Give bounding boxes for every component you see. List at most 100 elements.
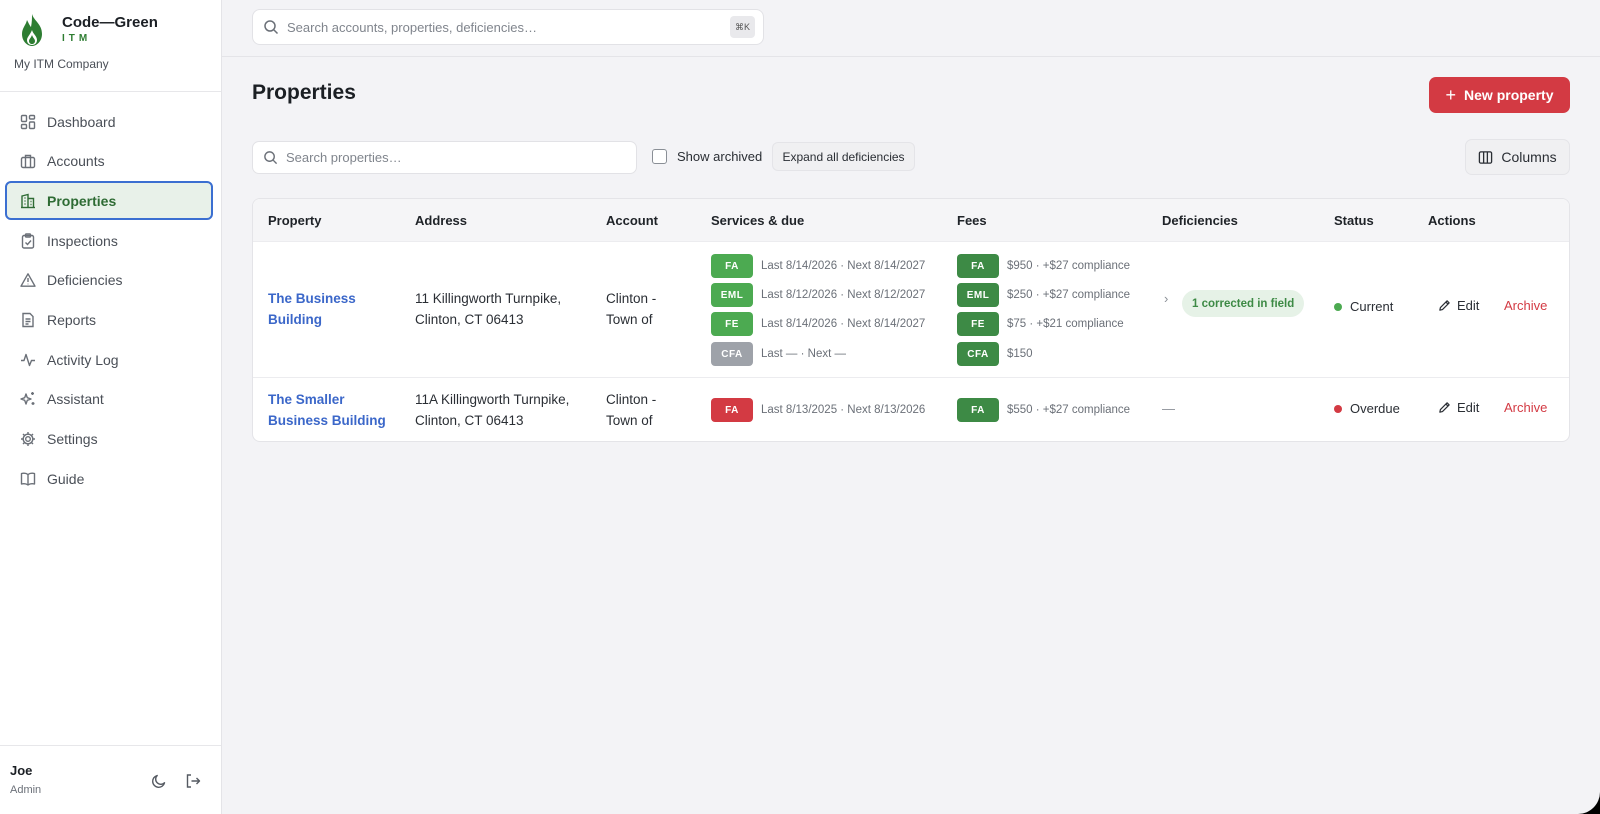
sidebar-item-label: Accounts	[47, 153, 105, 170]
fee-item: EML $250 · +$27 compliance	[957, 283, 1130, 307]
sidebar-item-label: Activity Log	[47, 351, 119, 368]
account-line: Clinton -	[606, 392, 657, 407]
sidebar-item-inspections[interactable]: Inspections	[5, 221, 213, 260]
deficiency-badge[interactable]: 1 corrected in field	[1182, 290, 1305, 317]
header-fees[interactable]: Fees	[957, 213, 987, 228]
sidebar-item-guide[interactable]: Guide	[5, 459, 213, 498]
archive-button[interactable]: Archive	[1504, 400, 1547, 415]
property-name: The Smaller	[268, 392, 345, 407]
property-search[interactable]	[252, 141, 637, 174]
sidebar-item-accounts[interactable]: Accounts	[5, 142, 213, 181]
status-dot	[1334, 302, 1342, 311]
sidebar-item-deficiencies[interactable]: Deficiencies	[5, 261, 213, 300]
chevron-right-icon[interactable]: ›	[1164, 291, 1168, 306]
fee-item: CFA $150	[957, 342, 1033, 366]
sidebar-item-assistant[interactable]: Assistant	[5, 380, 213, 419]
expand-all-deficiencies-button[interactable]: Expand all deficiencies	[772, 142, 915, 171]
user-name: Joe	[10, 763, 33, 778]
account-line: Town of	[606, 312, 653, 327]
building-icon	[19, 192, 37, 210]
clipboard-check-icon	[19, 232, 37, 250]
fee-item: FE $75 · +$21 compliance	[957, 312, 1124, 336]
property-link[interactable]: The Business Building	[268, 288, 408, 330]
user-role: Admin	[10, 784, 42, 796]
archive-button[interactable]: Archive	[1504, 298, 1547, 313]
service-due: Last — · Next —	[761, 348, 846, 360]
sidebar-item-label: Deficiencies	[47, 272, 123, 289]
show-archived-toggle[interactable]: Show archived	[652, 149, 762, 164]
header-account[interactable]: Account	[606, 213, 658, 228]
edit-label: Edit	[1457, 400, 1480, 415]
service-due: Last 8/13/2025 · Next 8/13/2026	[761, 404, 926, 416]
global-search-input[interactable]	[287, 19, 717, 35]
fee-badge: FE	[957, 312, 999, 336]
fee-badge: FA	[957, 254, 999, 278]
sidebar-item-reports[interactable]: Reports	[5, 300, 213, 339]
global-search[interactable]: ⌘K	[252, 9, 764, 45]
theme-toggle-button[interactable]	[148, 770, 170, 792]
service-due: Last 8/14/2026 · Next 8/14/2027	[761, 260, 926, 272]
header-address[interactable]: Address	[415, 213, 467, 228]
fee-amount: $250 · +$27 compliance	[1007, 289, 1131, 301]
fee-badge: EML	[957, 283, 999, 307]
new-property-button[interactable]: + New property	[1429, 77, 1570, 113]
fee-amount: $550 · +$27 compliance	[1007, 404, 1131, 416]
deficiency-empty: —	[1162, 401, 1175, 416]
service-item: FA Last 8/13/2025 · Next 8/13/2026	[711, 398, 925, 422]
service-badge: EML	[711, 283, 753, 307]
fee-item: FA $550 · +$27 compliance	[957, 398, 1130, 422]
company-name: My ITM Company	[14, 57, 109, 71]
account-name[interactable]: Clinton - Town of	[606, 288, 656, 330]
show-archived-checkbox[interactable]	[652, 149, 667, 164]
sidebar-item-dashboard[interactable]: Dashboard	[5, 102, 213, 141]
plus-icon: +	[1445, 84, 1457, 105]
address-line: 11A Killingworth Turnpike,	[415, 392, 570, 407]
property-name: The Business Building	[268, 291, 356, 327]
address-line: Clinton, CT 06413	[415, 312, 524, 327]
service-item: FE Last 8/14/2026 · Next 8/14/2027	[711, 312, 925, 336]
book-icon	[19, 470, 37, 488]
sidebar-item-label: Dashboard	[47, 113, 116, 130]
brand-name: Code—Green	[62, 14, 158, 31]
account-line: Town of	[606, 413, 653, 428]
header-status[interactable]: Status	[1334, 213, 1374, 228]
edit-button[interactable]: Edit	[1438, 298, 1479, 313]
sidebar-item-label: Assistant	[47, 391, 104, 408]
table-header: Property Address Account Services & due …	[253, 199, 1569, 242]
header-services[interactable]: Services & due	[711, 213, 804, 228]
property-link[interactable]: The Smaller Business Building	[268, 389, 408, 431]
status-dot	[1334, 404, 1342, 413]
warning-triangle-icon	[19, 271, 37, 289]
sidebar-item-label: Guide	[47, 470, 85, 487]
sidebar-item-settings[interactable]: Settings	[5, 420, 213, 459]
service-badge: FA	[711, 254, 753, 278]
row-divider	[253, 377, 1569, 378]
sidebar-item-properties[interactable]: Properties	[5, 181, 213, 221]
search-icon	[264, 20, 279, 35]
sidebar-item-label: Inspections	[47, 232, 118, 249]
edit-label: Edit	[1457, 298, 1480, 313]
service-badge: FA	[711, 398, 753, 422]
sidebar: Code—Green ITM My ITM Company Dashboard …	[0, 0, 222, 814]
brand[interactable]: Code—Green ITM	[18, 12, 158, 48]
moon-icon	[151, 774, 166, 789]
status-label: Overdue	[1350, 401, 1400, 416]
gear-icon	[19, 430, 37, 448]
property-search-input[interactable]	[286, 150, 616, 165]
header-deficiencies[interactable]: Deficiencies	[1162, 213, 1238, 228]
status-badge: Overdue	[1334, 401, 1400, 416]
fee-item: FA $950 · +$27 compliance	[957, 254, 1130, 278]
header-actions: Actions	[1428, 213, 1476, 228]
account-line: Clinton -	[606, 291, 657, 306]
sidebar-item-activity-log[interactable]: Activity Log	[5, 340, 213, 379]
header-property[interactable]: Property	[268, 213, 321, 228]
edit-button[interactable]: Edit	[1438, 400, 1479, 415]
logout-icon	[186, 774, 201, 788]
logout-button[interactable]	[182, 770, 204, 792]
account-name[interactable]: Clinton - Town of	[606, 389, 656, 431]
dashboard-icon	[19, 113, 37, 131]
property-address: 11A Killingworth Turnpike, Clinton, CT 0…	[415, 389, 569, 431]
briefcase-icon	[19, 152, 37, 170]
address-line: 11 Killingworth Turnpike,	[415, 291, 562, 306]
columns-button[interactable]: Columns	[1465, 139, 1570, 175]
